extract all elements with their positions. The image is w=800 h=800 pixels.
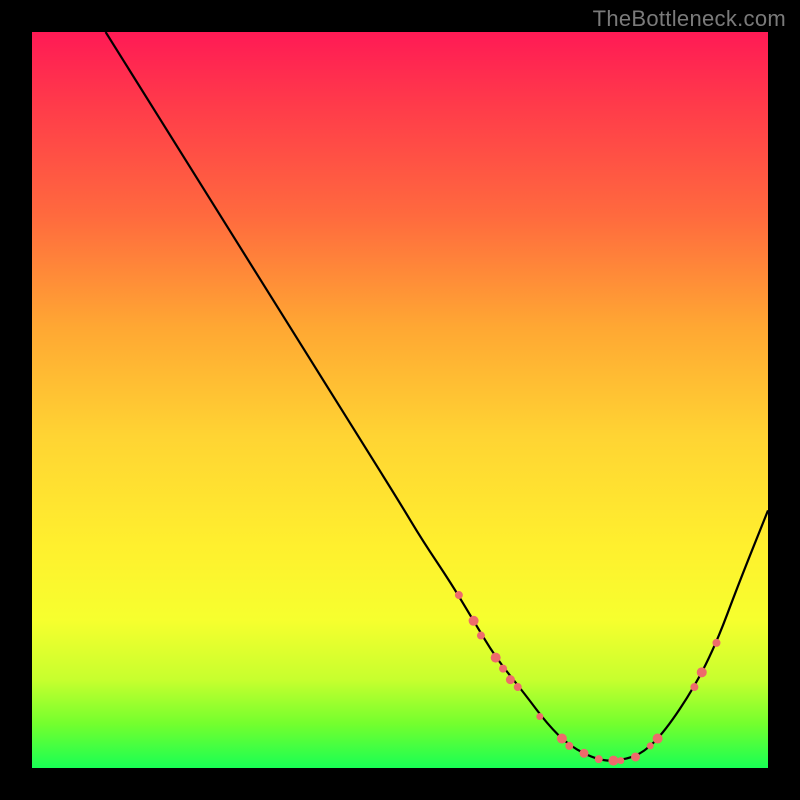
- data-marker: [514, 683, 522, 691]
- data-marker: [595, 755, 603, 763]
- bottleneck-curve: [106, 32, 768, 761]
- data-marker: [536, 713, 543, 720]
- curve-svg: [32, 32, 768, 768]
- plot-area: [32, 32, 768, 768]
- data-marker: [477, 632, 485, 640]
- data-marker: [491, 653, 501, 663]
- marker-group: [455, 591, 721, 766]
- data-marker: [557, 734, 567, 744]
- chart-frame: TheBottleneck.com: [0, 0, 800, 800]
- data-marker: [653, 734, 663, 744]
- data-marker: [565, 742, 573, 750]
- data-marker: [617, 757, 624, 764]
- data-marker: [712, 639, 720, 647]
- data-marker: [455, 591, 463, 599]
- data-marker: [697, 667, 707, 677]
- data-marker: [469, 616, 479, 626]
- data-marker: [506, 675, 515, 684]
- data-marker: [647, 742, 654, 749]
- data-marker: [499, 665, 507, 673]
- data-marker: [631, 752, 640, 761]
- data-marker: [690, 683, 698, 691]
- data-marker: [608, 756, 618, 766]
- watermark-label: TheBottleneck.com: [593, 6, 786, 32]
- data-marker: [580, 749, 589, 758]
